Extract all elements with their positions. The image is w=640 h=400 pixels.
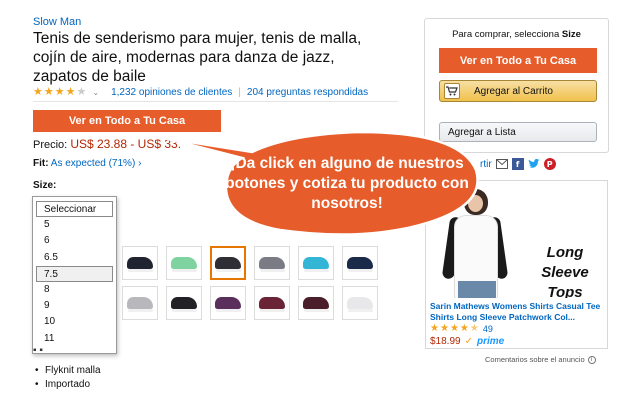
- fit-label: Fit:: [33, 158, 49, 169]
- buybox-view-in-store-button[interactable]: Ver en Todo a Tu Casa: [439, 48, 597, 73]
- color-swatch-gray-pink[interactable]: [254, 246, 290, 280]
- size-option[interactable]: 6.5: [33, 250, 116, 266]
- color-swatch-light-gray[interactable]: [122, 286, 158, 320]
- star-icon: ★: [33, 85, 43, 98]
- color-swatch-dark-gray[interactable]: [210, 246, 246, 280]
- color-swatch-black-white[interactable]: [166, 286, 202, 320]
- star-icon: ★: [449, 323, 459, 334]
- ad-review-count[interactable]: 49: [483, 324, 493, 334]
- email-icon[interactable]: [495, 158, 508, 170]
- price-row: Precio: US$ 23.88 - US$ 33.: [33, 137, 181, 151]
- star-icon: ★: [54, 85, 65, 98]
- brand-link[interactable]: Slow Man: [33, 16, 81, 28]
- ad-price: $18.99: [430, 336, 461, 347]
- shoe-thumbnail: [303, 257, 329, 272]
- prime-badge: prime: [476, 336, 505, 347]
- star-icon: ★: [439, 323, 449, 334]
- color-swatch-white[interactable]: [342, 286, 378, 320]
- price-label: Precio:: [33, 139, 68, 151]
- buybox-note-size: Size: [561, 29, 581, 40]
- twitter-icon[interactable]: [528, 158, 540, 170]
- color-swatch-purple[interactable]: [210, 286, 246, 320]
- share-row: rtir f P: [480, 158, 556, 170]
- star-icon: ★: [459, 323, 469, 334]
- buybox-note: Para comprar, selecciona Size: [425, 29, 608, 40]
- bullet-partial: ▪ ▪: [33, 345, 43, 356]
- shoe-thumbnail: [127, 257, 153, 272]
- separator: |: [238, 86, 241, 98]
- color-swatch-navy[interactable]: [342, 246, 378, 280]
- pinterest-icon[interactable]: P: [543, 158, 556, 170]
- callout-text: ¡Da click en alguno de nuestros botones …: [225, 155, 469, 212]
- chevron-down-icon[interactable]: ⌄: [92, 88, 99, 97]
- ad-stars: ★ ★ ★ ★ ★: [430, 323, 479, 334]
- feature-bullet: Flyknit malla: [33, 364, 101, 378]
- size-option[interactable]: 9: [33, 298, 116, 314]
- color-swatch-aqua[interactable]: [298, 246, 334, 280]
- rating-row: ★ ★ ★ ★ ★ ⌄ 1,232 opiniones de clientes | 20…: [33, 85, 368, 99]
- size-dropdown[interactable]: Seleccionar 5 6 6.5 7.5 8 9 10 11: [32, 196, 117, 354]
- color-swatches: [122, 246, 382, 320]
- fit-link[interactable]: As expected (71%): [51, 158, 136, 169]
- facebook-icon[interactable]: f: [511, 158, 524, 170]
- shoe-thumbnail: [127, 297, 153, 312]
- ad-caption: Long Sleeve Tops: [541, 244, 589, 298]
- size-label: Size:: [33, 180, 57, 191]
- color-swatch-mint[interactable]: [166, 246, 202, 280]
- shoe-thumbnail: [347, 257, 373, 272]
- ad-title[interactable]: Sarin Mathews Womens Shirts Casual Tee S…: [430, 301, 606, 323]
- shoe-thumbnail: [215, 297, 241, 312]
- star-icon: ★: [65, 85, 76, 98]
- star-icon: ★: [76, 85, 87, 98]
- color-swatch-burgundy[interactable]: [254, 286, 290, 320]
- product-title: Tenis de senderismo para mujer, tenis de…: [33, 30, 362, 85]
- shoe-thumbnail: [171, 257, 197, 272]
- star-icon: ★: [430, 323, 439, 334]
- color-swatch-maroon[interactable]: [298, 286, 334, 320]
- color-swatch-black-blue[interactable]: [122, 246, 158, 280]
- fit-chevron-icon[interactable]: ›: [138, 158, 141, 169]
- star-icon: ★: [469, 323, 479, 334]
- ad-price-row: $18.99 ✓ prime: [430, 336, 504, 347]
- shoe-thumbnail: [215, 257, 241, 272]
- questions-link[interactable]: 204 preguntas respondidas: [247, 87, 368, 98]
- prime-check-icon: ✓: [464, 336, 473, 347]
- info-icon: i: [587, 355, 596, 364]
- size-option[interactable]: 11: [33, 331, 116, 347]
- size-option[interactable]: 6: [33, 233, 116, 249]
- shoe-thumbnail: [171, 297, 197, 312]
- size-option[interactable]: 8: [33, 282, 116, 298]
- feature-bullet: Importado: [33, 378, 101, 392]
- buybox-note-text: Para comprar, selecciona: [452, 29, 560, 40]
- reviews-link[interactable]: 1,232 opiniones de clientes: [111, 87, 232, 98]
- shoe-thumbnail: [259, 257, 285, 272]
- star-icon: ★: [43, 85, 54, 98]
- size-option[interactable]: 10: [33, 314, 116, 330]
- add-to-cart-button[interactable]: Agregar al Carrito: [439, 80, 597, 102]
- shoe-thumbnail: [303, 297, 329, 312]
- cart-icon: [444, 83, 460, 99]
- size-option[interactable]: 7.5: [36, 265, 113, 282]
- fit-row: Fit: As expected (71%) ›: [33, 158, 141, 169]
- feature-bullets: Flyknit mallaImportado: [33, 364, 101, 392]
- add-to-cart-label: Agregar al Carrito: [474, 85, 553, 97]
- ad-feedback[interactable]: Comentarios sobre el anuncio i: [485, 355, 596, 364]
- shoe-thumbnail: [259, 297, 285, 312]
- shoe-thumbnail: [347, 297, 373, 312]
- size-option[interactable]: 5: [33, 217, 116, 233]
- promo-callout: ¡Da click en alguno de nuestros botones …: [160, 122, 490, 242]
- rating-stars[interactable]: ★ ★ ★ ★ ★: [33, 85, 87, 98]
- ad-rating[interactable]: ★ ★ ★ ★ ★ 49: [430, 323, 493, 334]
- size-option[interactable]: Seleccionar: [36, 201, 113, 218]
- divider: [33, 101, 398, 102]
- ad-feedback-label: Comentarios sobre el anuncio: [485, 355, 585, 364]
